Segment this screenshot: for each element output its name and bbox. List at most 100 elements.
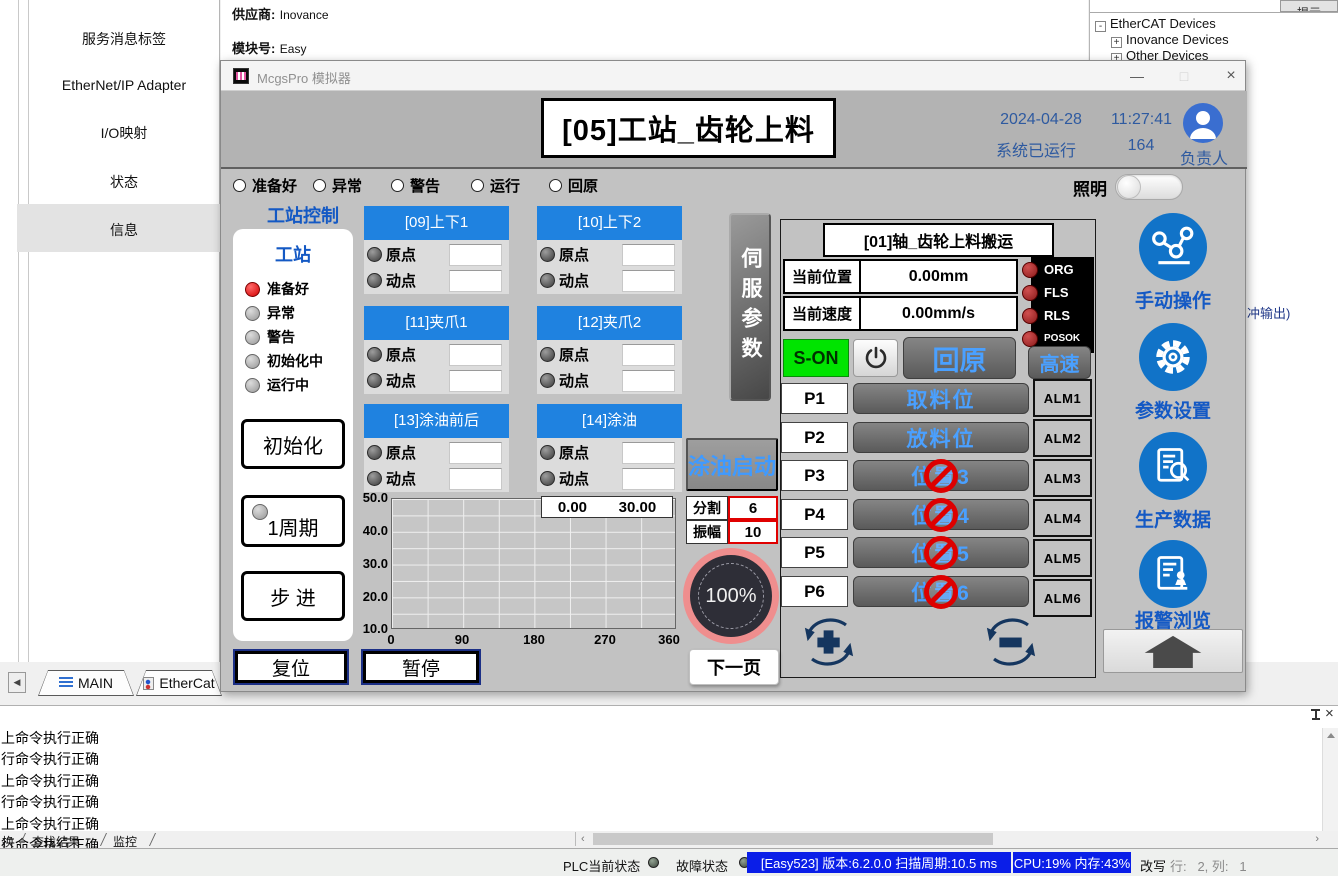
minimize-button[interactable]: — [1125,65,1149,87]
cylinder-title: [09]上下1 [364,206,509,240]
alarm-indicator-4: ALM4 [1033,499,1092,537]
point-label-p4[interactable]: P4 [781,499,848,530]
alarm-browse-button[interactable] [1139,540,1207,608]
close-panel-icon[interactable]: × [1325,705,1334,722]
x-tick: 180 [516,632,552,647]
scroll-right-arrow-icon[interactable]: › [1315,832,1319,846]
origin-value-input[interactable] [449,244,502,266]
tab-scroll-back-button[interactable]: ◀ [8,672,26,693]
split-value-input[interactable]: 6 [728,496,778,520]
host-sidebar: 服务消息标签 EtherNet/IP Adapter I/O映射 状态 信息 [0,0,220,662]
scroll-left-arrow-icon[interactable]: ‹ [581,832,585,846]
one-cycle-button[interactable]: 1周期 [241,495,345,547]
sidebar-item-info[interactable]: 信息 [30,220,218,238]
horizontal-scrollbar[interactable]: ‹ › [575,832,1323,846]
moving-row: 动点 [367,270,416,291]
home-icon [1142,634,1204,668]
point-label-p2[interactable]: P2 [781,422,848,453]
runtime-value: 164 [1111,137,1171,155]
window-title-bar[interactable]: McgsPro 模拟器 — □ × [221,61,1245,91]
pause-button[interactable]: 暂停 [361,649,481,685]
sidebar-item-status[interactable]: 状态 [30,172,218,190]
point-label-p5[interactable]: P5 [781,537,848,568]
origin-value-input[interactable] [449,442,502,464]
station-led-running: 运行中 [245,375,309,395]
parameter-settings-button[interactable] [1139,323,1207,391]
jog-forward-button[interactable] [797,617,861,667]
manual-operation-button[interactable] [1139,213,1207,281]
cylinder-panel-13: [13]涂油前后 原点 动点 [364,404,509,492]
output-vertical-scrollbar[interactable] [1322,728,1338,831]
step-button[interactable]: 步 进 [241,571,345,621]
y-tick: 40.0 [354,523,388,538]
pin-panel-icon[interactable] [1310,709,1321,722]
origin-value-input[interactable] [449,344,502,366]
moving-value-input[interactable] [622,370,675,392]
position-button-place[interactable]: 放料位 [853,422,1029,453]
sidebar-item-ethernet-ip[interactable]: EtherNet/IP Adapter [30,77,218,95]
scrollbar-thumb[interactable] [593,833,993,845]
moving-value-input[interactable] [622,270,675,292]
servo-params-button[interactable]: 伺服参数 [729,213,771,401]
manual-operation-label[interactable]: 手动操作 [1121,286,1225,313]
led-icon-dark [367,273,382,288]
reset-button[interactable]: 复位 [233,649,349,685]
position-button-6-disabled[interactable]: 位置6 [853,576,1029,607]
parameter-settings-label[interactable]: 参数设置 [1121,396,1225,423]
user-avatar[interactable] [1183,103,1223,143]
production-data-button[interactable] [1139,432,1207,500]
go-home-button[interactable]: 回原 [903,337,1016,379]
point-label-p6[interactable]: P6 [781,576,848,607]
position-button-4-disabled[interactable]: 位置4 [853,499,1029,530]
point-label-p1[interactable]: P1 [781,383,848,414]
servo-on-button[interactable]: S-ON [783,339,849,377]
sidebar-item-io-mapping[interactable]: I/O映射 [30,123,218,141]
moving-value-input[interactable] [449,370,502,392]
position-button-3-disabled[interactable]: 位置3 [853,460,1029,491]
amplitude-value-input[interactable]: 10 [728,520,778,544]
sidebar-item-service-message[interactable]: 服务消息标签 [30,29,218,47]
close-button[interactable]: × [1219,65,1243,87]
tree-node-inovance-devices[interactable]: +Inovance Devices [1111,32,1229,48]
moving-value-input[interactable] [449,270,502,292]
maximize-button[interactable]: □ [1172,65,1196,87]
scroll-up-arrow-icon[interactable] [1327,733,1335,738]
high-speed-button[interactable]: 高速 [1028,346,1091,379]
chart-range-box[interactable]: 0.00 30.00 [541,496,673,518]
partial-corner-button[interactable]: 提示 [1280,0,1338,12]
initialize-button[interactable]: 初始化 [241,419,345,469]
tab-ethercat[interactable]: EtherCat [136,670,222,696]
radio-icon [549,179,562,192]
tree-collapse-icon[interactable]: - [1095,21,1106,32]
status-ready: 准备好 [233,175,297,195]
tab-main[interactable]: MAIN [38,670,134,696]
moving-value-input[interactable] [622,468,675,490]
tree-expand-icon[interactable]: + [1111,37,1122,48]
gear-icon [1150,334,1196,380]
production-data-label[interactable]: 生产数据 [1121,505,1225,532]
tree-node-ethercat-devices[interactable]: -EtherCAT Devices [1095,16,1216,32]
y-tick: 50.0 [354,490,388,505]
origin-value-input[interactable] [622,442,675,464]
position-button-5-disabled[interactable]: 位置5 [853,537,1029,568]
log-line: 上命令执行正确 [1,728,99,749]
window-title: McgsPro 模拟器 [257,68,351,87]
next-page-button[interactable]: 下一页 [689,649,779,685]
position-button-pick[interactable]: 取料位 [853,383,1029,414]
cylinder-title: [12]夹爪2 [537,306,682,340]
jog-minus-icon [979,617,1043,667]
origin-value-input[interactable] [622,244,675,266]
point-label-p3[interactable]: P3 [781,460,848,491]
cylinder-panel-11: [11]夹爪1 原点 动点 [364,306,509,394]
module-value: Easy [280,42,307,56]
origin-value-input[interactable] [622,344,675,366]
home-button[interactable] [1103,629,1243,673]
moving-value-input[interactable] [449,468,502,490]
toggle-knob[interactable] [1117,175,1141,199]
lighting-toggle[interactable] [1115,174,1183,200]
moving-row: 动点 [540,370,589,391]
speed-percentage-knob[interactable]: 100% [683,548,779,644]
jog-reverse-button[interactable] [979,617,1043,667]
power-button[interactable] [853,339,898,377]
oil-start-button[interactable]: 涂油启动 [686,438,778,491]
